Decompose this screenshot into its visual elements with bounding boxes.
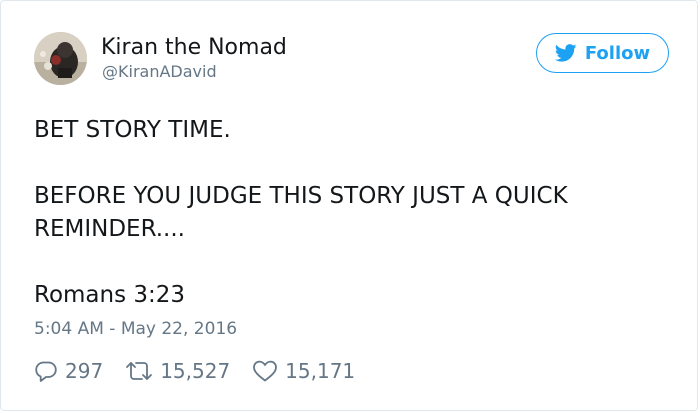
user-handle[interactable]: @KiranADavid <box>102 62 217 82</box>
reply-button[interactable]: 297 <box>34 359 103 383</box>
follow-button[interactable]: Follow <box>536 33 669 73</box>
like-count: 15,171 <box>285 359 356 383</box>
follow-button-label: Follow <box>584 42 651 64</box>
reply-count: 297 <box>65 359 104 383</box>
like-button[interactable]: 15,171 <box>252 359 355 383</box>
tweet-text: BET STORY TIME. BEFORE YOU JUDGE THIS ST… <box>34 114 654 312</box>
tweet-line-3: Romans 3:23 <box>34 282 186 308</box>
retweet-icon <box>126 362 153 380</box>
display-name[interactable]: Kiran the Nomad <box>101 34 287 62</box>
line-break <box>34 246 654 279</box>
tweet-card: Kiran the Nomad @KiranADavid Follow BET … <box>0 0 698 411</box>
retweet-count: 15,527 <box>160 359 231 383</box>
avatar[interactable] <box>34 32 87 85</box>
tweet-actions: 297 15,527 15,171 <box>34 356 355 386</box>
reply-icon <box>35 361 57 382</box>
twitter-bird-icon <box>554 44 577 62</box>
heart-icon <box>253 360 278 382</box>
tweet-line-1: BET STORY TIME. <box>34 117 231 143</box>
retweet-button[interactable]: 15,527 <box>125 359 230 383</box>
tweet-timestamp[interactable]: 5:04 AM - May 22, 2016 <box>34 317 237 341</box>
tweet-line-2: BEFORE YOU JUDGE THIS STORY JUST A QUICK… <box>34 183 568 242</box>
profile-photo-icon <box>34 32 87 85</box>
line-break <box>34 147 654 180</box>
